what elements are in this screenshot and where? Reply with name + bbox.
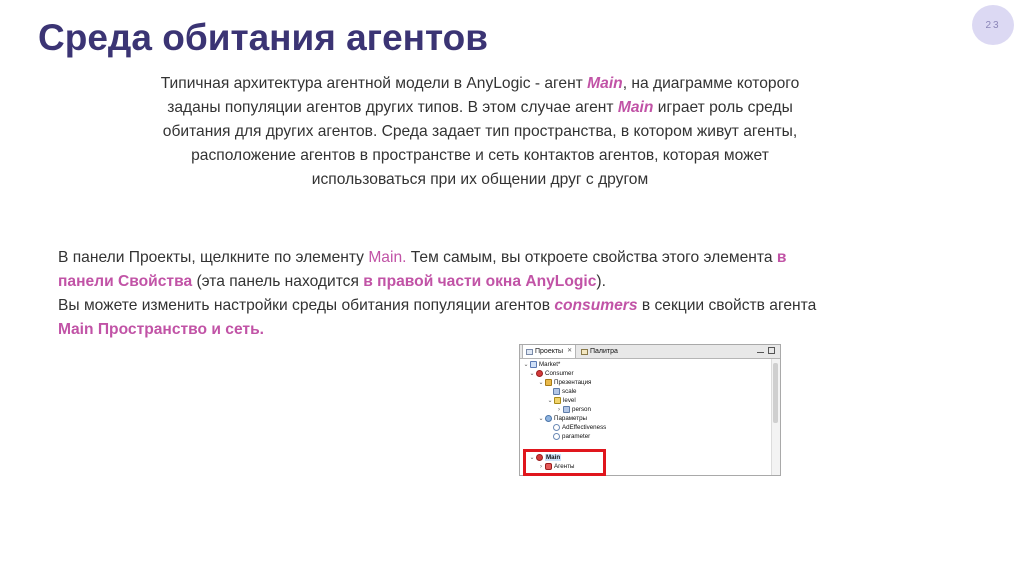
instr-main-space: Main Пространство и сеть. (58, 321, 264, 338)
tree-item-agents[interactable]: › Агенты (538, 462, 574, 471)
tab-palette-label: Палитра (590, 348, 618, 355)
tree-item-scale[interactable]: scale (553, 387, 576, 396)
tree-item-parameters[interactable]: ⌄ Параметры (538, 414, 587, 423)
shape-icon (563, 406, 570, 413)
scale-icon (553, 388, 560, 395)
tree-item-market[interactable]: ⌄ Market* (523, 360, 560, 369)
parameter-icon (553, 424, 560, 431)
instr-text-6: в секции свойств агента (637, 297, 817, 314)
tree-item-adeffectiveness[interactable]: AdEffectiveness (553, 423, 606, 432)
chevron-down-icon[interactable]: ⌄ (523, 361, 529, 368)
chevron-down-icon[interactable]: ⌄ (538, 415, 544, 422)
chevron-down-icon[interactable]: ⌄ (529, 370, 535, 377)
intro-main-2: Main (617, 99, 654, 116)
scrollbar-thumb[interactable] (773, 363, 778, 423)
tree-item-consumer[interactable]: ⌄ Consumer (529, 369, 574, 378)
page-number-badge: 23 (972, 5, 1014, 45)
tree-item-main[interactable]: ⌄ Main (529, 453, 562, 462)
tab-projects-label: Проекты (535, 348, 564, 355)
projects-tab-icon (526, 348, 533, 355)
instr-right-part: в правой части окна AnyLogic (363, 273, 597, 290)
maximize-icon[interactable] (768, 347, 775, 354)
instr-text-1: В панели Проекты, щелкните по элементу (58, 249, 369, 266)
agent-type-icon (536, 370, 543, 377)
chevron-down-icon[interactable]: ⌄ (547, 397, 553, 404)
instr-text-2: Тем самым, вы откроете свойства этого эл… (406, 249, 777, 266)
instr-consumers: consumers (554, 297, 638, 314)
intro-main-1: Main (587, 75, 623, 92)
tree-item-parameter[interactable]: parameter (553, 432, 590, 441)
instr-text-3: (эта панель находится (192, 273, 364, 290)
slide-title: Среда обитания агентов (38, 17, 488, 58)
model-icon (530, 361, 537, 368)
agent-population-icon (545, 463, 552, 470)
tree-item-presentation[interactable]: ⌄ Презентация (538, 378, 591, 387)
instr-text-5: Вы можете изменить настройки среды обита… (58, 297, 555, 314)
instruction-paragraph: В панели Проекты, щелкните по элементу M… (58, 246, 818, 342)
parameters-icon (545, 415, 552, 422)
intro-paragraph: Типичная архитектура агентной модели в A… (140, 72, 820, 192)
presentation-icon (545, 379, 552, 386)
chevron-down-icon[interactable]: ⌄ (529, 454, 535, 461)
chevron-right-icon[interactable]: › (556, 407, 562, 413)
instr-main: Main. (368, 249, 407, 266)
projects-panel: Проекты ✕ Палитра ⌄ Market* ⌄ Consumer ⌄… (519, 344, 781, 476)
tab-projects[interactable]: Проекты ✕ (522, 345, 577, 358)
tab-palette[interactable]: Палитра (578, 345, 621, 358)
page-number: 23 (985, 19, 1001, 31)
parameter-icon (553, 433, 560, 440)
vertical-scrollbar[interactable] (771, 359, 780, 475)
close-icon[interactable]: ✕ (567, 345, 572, 358)
tree-item-person[interactable]: › person (556, 405, 591, 414)
tree-item-level[interactable]: ⌄ level (547, 396, 576, 405)
minimize-icon[interactable] (757, 347, 764, 353)
intro-text-1: Типичная архитектура агентной модели в A… (160, 75, 588, 92)
chevron-down-icon[interactable]: ⌄ (538, 379, 544, 386)
level-icon (554, 397, 561, 404)
instr-text-4: ). (596, 273, 606, 290)
palette-tab-icon (581, 348, 588, 355)
panel-tabbar: Проекты ✕ Палитра (520, 345, 780, 359)
chevron-right-icon[interactable]: › (538, 464, 544, 470)
agent-type-icon (536, 454, 543, 461)
